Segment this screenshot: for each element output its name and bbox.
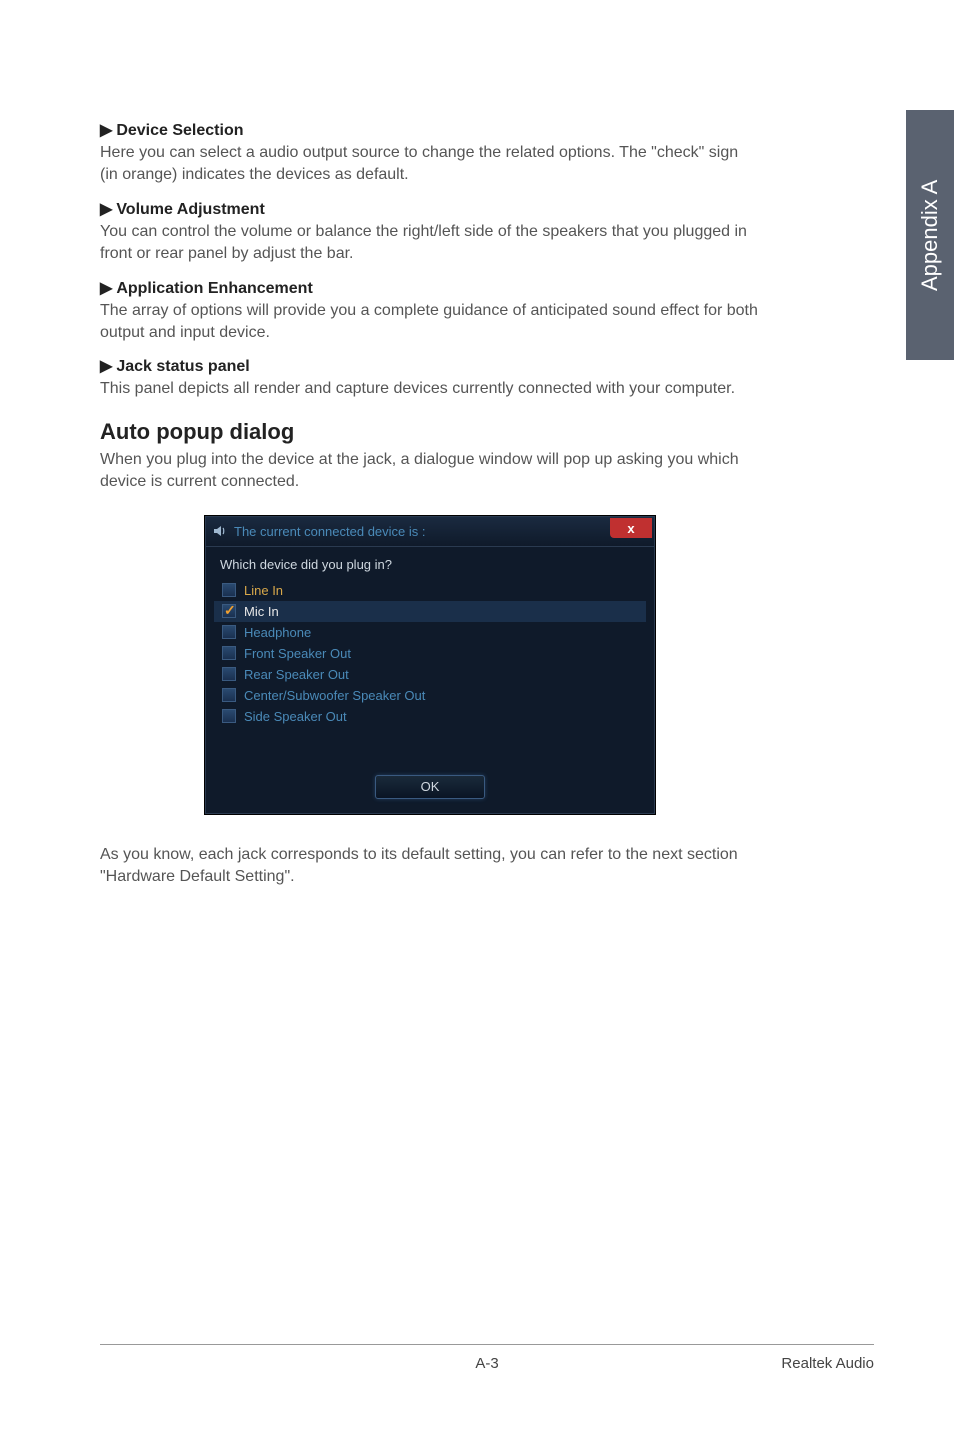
- heading-device-selection: ▶Device Selection: [100, 120, 760, 140]
- page-number: A-3: [475, 1355, 498, 1372]
- device-row[interactable]: Line In: [214, 580, 646, 601]
- dialog-title-text: The current connected device is :: [234, 524, 426, 539]
- device-row[interactable]: Center/Subwoofer Speaker Out: [214, 685, 646, 706]
- heading-text: Application Enhancement: [116, 280, 312, 297]
- device-checkbox[interactable]: [222, 604, 236, 618]
- device-label: Front Speaker Out: [244, 646, 351, 661]
- heading-text: Device Selection: [116, 122, 243, 139]
- arrow-icon: ▶: [100, 199, 112, 219]
- closing-text: As you know, each jack corresponds to it…: [100, 844, 760, 889]
- device-row[interactable]: Rear Speaker Out: [214, 664, 646, 685]
- device-row[interactable]: Headphone: [214, 622, 646, 643]
- device-label: Rear Speaker Out: [244, 667, 349, 682]
- body-jack-status: This panel depicts all render and captur…: [100, 378, 760, 400]
- arrow-icon: ▶: [100, 278, 112, 298]
- dialog-prompt: Which device did you plug in?: [206, 547, 654, 580]
- device-list: Line In Mic In Headphone Front Speaker Out R…: [206, 580, 654, 733]
- close-button[interactable]: x: [610, 518, 652, 538]
- dialog-screenshot-wrap: The current connected device is : x Whic…: [100, 516, 760, 814]
- side-tab-appendix: Appendix A: [906, 110, 954, 360]
- dialog-titlebar: The current connected device is : x: [206, 517, 654, 547]
- device-label: Mic In: [244, 604, 279, 619]
- device-row[interactable]: Mic In: [214, 601, 646, 622]
- page-content: ▶Device Selection Here you can select a …: [0, 0, 840, 888]
- body-auto-popup: When you plug into the device at the jac…: [100, 449, 760, 494]
- body-device-selection: Here you can select a audio output sourc…: [100, 142, 760, 187]
- page-footer: A-3 Realtek Audio: [100, 1344, 874, 1372]
- section-title-auto-popup: Auto popup dialog: [100, 419, 760, 445]
- device-checkbox[interactable]: [222, 583, 236, 597]
- dialog-title-left: The current connected device is :: [212, 523, 426, 539]
- heading-text: Jack status panel: [116, 358, 249, 375]
- device-label: Center/Subwoofer Speaker Out: [244, 688, 425, 703]
- arrow-icon: ▶: [100, 120, 112, 140]
- device-checkbox[interactable]: [222, 709, 236, 723]
- footer-right: Realtek Audio: [781, 1355, 874, 1372]
- heading-text: Volume Adjustment: [116, 201, 264, 218]
- device-checkbox[interactable]: [222, 646, 236, 660]
- device-row[interactable]: Front Speaker Out: [214, 643, 646, 664]
- device-checkbox[interactable]: [222, 667, 236, 681]
- device-label: Side Speaker Out: [244, 709, 347, 724]
- body-volume-adjustment: You can control the volume or balance th…: [100, 221, 760, 266]
- device-checkbox[interactable]: [222, 625, 236, 639]
- heading-jack-status: ▶Jack status panel: [100, 356, 760, 376]
- heading-volume-adjustment: ▶Volume Adjustment: [100, 199, 760, 219]
- dialog-spacer: [206, 733, 654, 767]
- arrow-icon: ▶: [100, 356, 112, 376]
- dialog-footer: OK: [206, 767, 654, 813]
- ok-button[interactable]: OK: [375, 775, 485, 799]
- device-label: Line In: [244, 583, 283, 598]
- heading-application-enhancement: ▶Application Enhancement: [100, 278, 760, 298]
- speaker-icon: [212, 523, 228, 539]
- device-label: Headphone: [244, 625, 311, 640]
- device-row[interactable]: Side Speaker Out: [214, 706, 646, 727]
- device-checkbox[interactable]: [222, 688, 236, 702]
- jack-detect-dialog: The current connected device is : x Whic…: [205, 516, 655, 814]
- body-application-enhancement: The array of options will provide you a …: [100, 300, 760, 345]
